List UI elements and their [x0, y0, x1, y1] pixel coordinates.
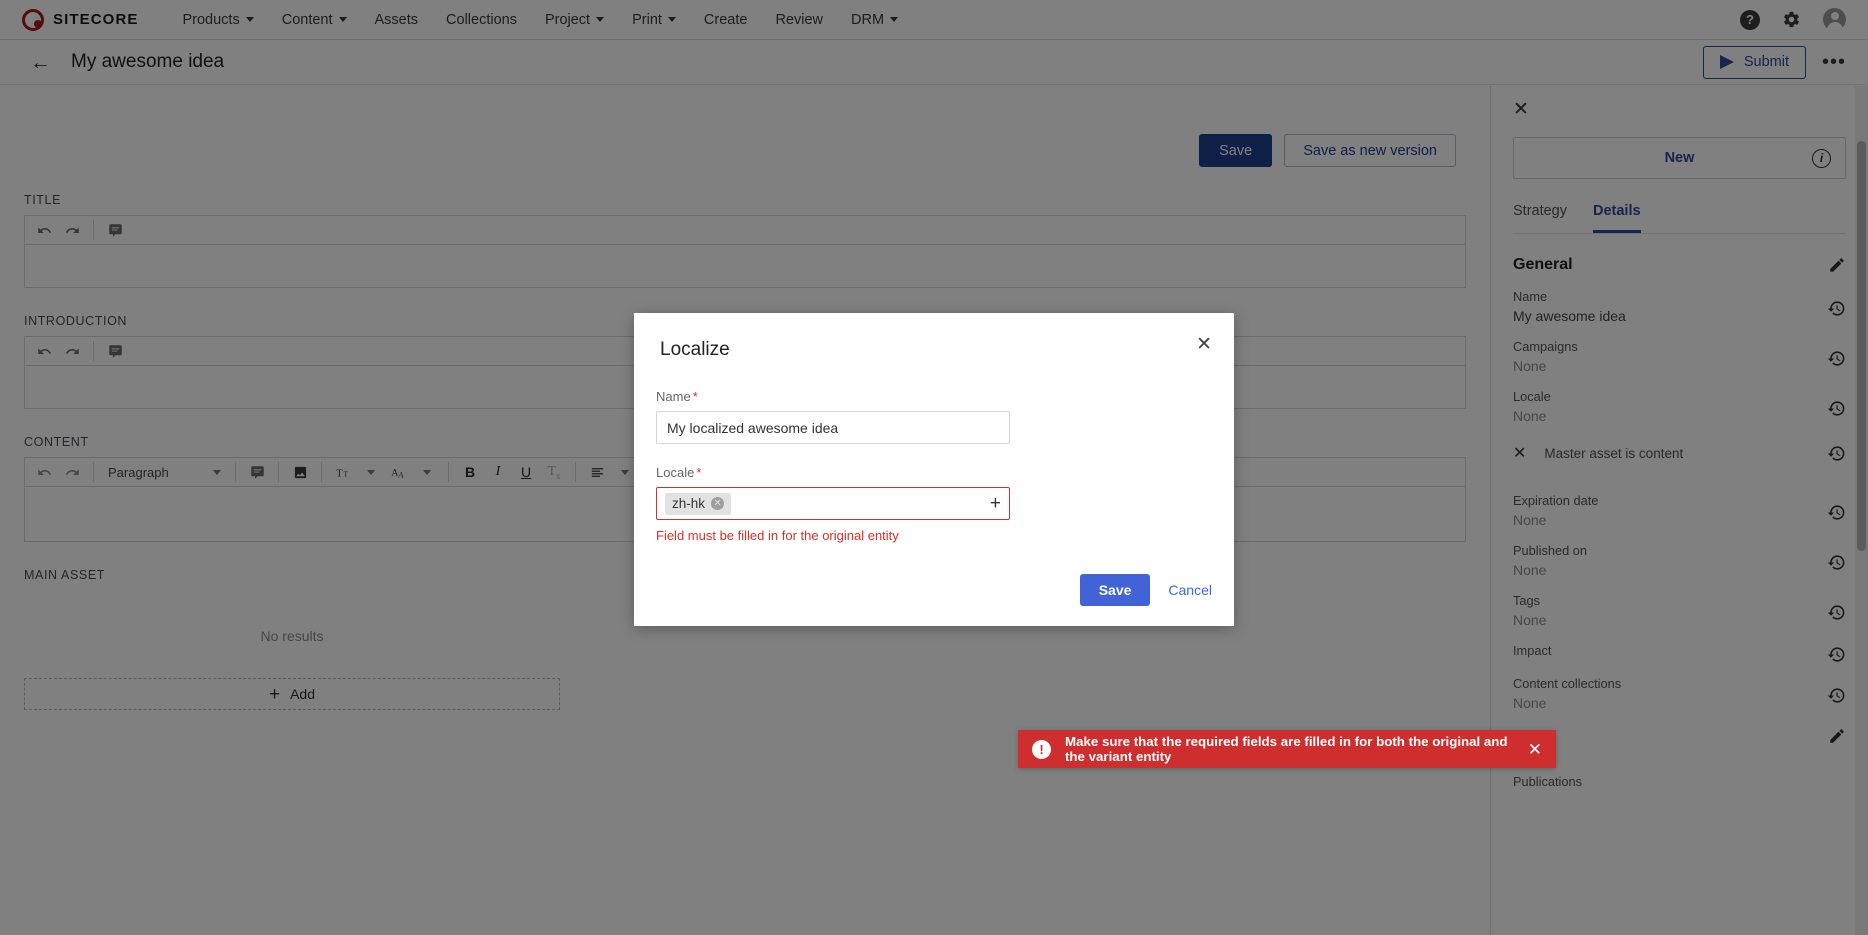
name-input[interactable] [656, 411, 1010, 444]
name-field-group: Name * [656, 389, 1010, 444]
close-toast-icon[interactable]: ✕ [1528, 741, 1542, 758]
remove-chip-icon[interactable]: ✕ [711, 497, 725, 510]
error-icon: ! [1032, 739, 1051, 759]
dialog-save-button[interactable]: Save [1079, 574, 1151, 606]
locale-chip-label: zh-hk [672, 496, 706, 511]
error-toast-message: Make sure that the required fields are f… [1065, 734, 1508, 764]
error-toast: ! Make sure that the required fields are… [1018, 730, 1556, 768]
required-asterisk: * [692, 389, 698, 404]
dialog-title: Localize [660, 339, 730, 360]
app-root: SITECORE Products Content Assets Collect… [0, 0, 1868, 935]
dialog-actions: Save Cancel [1079, 574, 1212, 606]
locale-field-label: Locale * [656, 465, 1010, 480]
locale-field-group: Locale * zh-hk ✕ + Field must be filled i… [656, 465, 1010, 543]
locale-chip: zh-hk ✕ [665, 492, 732, 515]
locale-error-message: Field must be filled in for the original… [656, 528, 899, 543]
add-locale-icon[interactable]: + [990, 494, 1001, 513]
locale-label-text: Locale [656, 465, 695, 480]
required-asterisk: * [696, 465, 702, 480]
name-label-text: Name [656, 389, 691, 404]
name-field-label: Name * [656, 389, 1010, 404]
close-icon[interactable]: ✕ [1196, 335, 1212, 354]
localize-dialog: Localize ✕ Name* Locale* zh-hk ✕ + Field… [634, 313, 1234, 626]
locale-tag-input[interactable]: zh-hk ✕ + [656, 487, 1010, 520]
dialog-cancel-button[interactable]: Cancel [1168, 582, 1212, 598]
